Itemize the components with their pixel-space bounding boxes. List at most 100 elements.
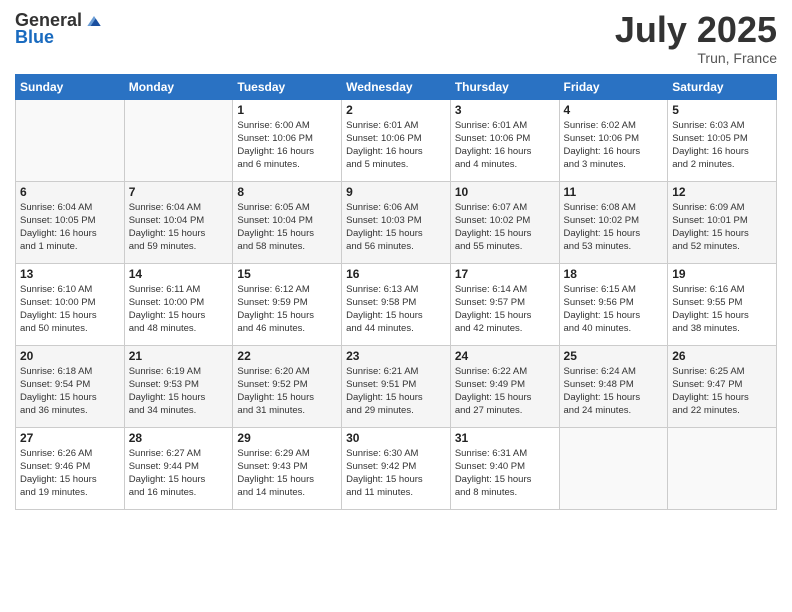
day-info: Sunrise: 6:04 AM Sunset: 10:04 PM Daylig…	[129, 201, 229, 254]
calendar-cell: 18 Sunrise: 6:15 AM Sunset: 9:56 PM Dayli…	[559, 263, 668, 345]
day-number: 28	[129, 431, 229, 445]
day-number: 6	[20, 185, 120, 199]
day-info: Sunrise: 6:01 AM Sunset: 10:06 PM Daylig…	[455, 119, 555, 172]
day-info: Sunrise: 6:05 AM Sunset: 10:04 PM Daylig…	[237, 201, 337, 254]
calendar-cell	[16, 99, 125, 181]
calendar-table: SundayMondayTuesdayWednesdayThursdayFrid…	[15, 74, 777, 510]
day-info: Sunrise: 6:10 AM Sunset: 10:00 PM Daylig…	[20, 283, 120, 336]
calendar-cell: 8Sunrise: 6:05 AM Sunset: 10:04 PM Dayli…	[233, 181, 342, 263]
day-number: 25	[564, 349, 664, 363]
day-number: 18	[564, 267, 664, 281]
day-info: Sunrise: 6:02 AM Sunset: 10:06 PM Daylig…	[564, 119, 664, 172]
day-number: 22	[237, 349, 337, 363]
calendar-cell: 23 Sunrise: 6:21 AM Sunset: 9:51 PM Dayli…	[342, 345, 451, 427]
weekday-wednesday: Wednesday	[342, 74, 451, 99]
day-info: Sunrise: 6:03 AM Sunset: 10:05 PM Daylig…	[672, 119, 772, 172]
calendar-cell: 7 Sunrise: 6:04 AM Sunset: 10:04 PM Dayli…	[124, 181, 233, 263]
day-info: Sunrise: 6:08 AM Sunset: 10:02 PM Daylig…	[564, 201, 664, 254]
day-number: 13	[20, 267, 120, 281]
calendar-cell: 5Sunrise: 6:03 AM Sunset: 10:05 PM Dayli…	[668, 99, 777, 181]
calendar-cell	[559, 427, 668, 509]
calendar-row-2: 13 Sunrise: 6:10 AM Sunset: 10:00 PM Dayl…	[16, 263, 777, 345]
title-area: July 2025 Trun, France	[615, 10, 777, 66]
day-info: Sunrise: 6:27 AM Sunset: 9:44 PM Dayligh…	[129, 447, 229, 500]
day-info: Sunrise: 6:22 AM Sunset: 9:49 PM Dayligh…	[455, 365, 555, 418]
location: Trun, France	[615, 50, 777, 66]
weekday-monday: Monday	[124, 74, 233, 99]
day-info: Sunrise: 6:29 AM Sunset: 9:43 PM Dayligh…	[237, 447, 337, 500]
logo: General Blue	[15, 10, 104, 48]
calendar-row-0: 1 Sunrise: 6:00 AM Sunset: 10:06 PM Dayli…	[16, 99, 777, 181]
day-number: 2	[346, 103, 446, 117]
calendar-cell: 4 Sunrise: 6:02 AM Sunset: 10:06 PM Dayli…	[559, 99, 668, 181]
weekday-friday: Friday	[559, 74, 668, 99]
calendar-row-1: 6Sunrise: 6:04 AM Sunset: 10:05 PM Dayli…	[16, 181, 777, 263]
calendar-cell: 6Sunrise: 6:04 AM Sunset: 10:05 PM Dayli…	[16, 181, 125, 263]
calendar-row-3: 20 Sunrise: 6:18 AM Sunset: 9:54 PM Dayli…	[16, 345, 777, 427]
day-number: 20	[20, 349, 120, 363]
calendar-cell: 19 Sunrise: 6:16 AM Sunset: 9:55 PM Dayli…	[668, 263, 777, 345]
day-info: Sunrise: 6:26 AM Sunset: 9:46 PM Dayligh…	[20, 447, 120, 500]
day-number: 9	[346, 185, 446, 199]
day-info: Sunrise: 6:24 AM Sunset: 9:48 PM Dayligh…	[564, 365, 664, 418]
day-info: Sunrise: 6:13 AM Sunset: 9:58 PM Dayligh…	[346, 283, 446, 336]
calendar-cell: 24 Sunrise: 6:22 AM Sunset: 9:49 PM Dayli…	[450, 345, 559, 427]
calendar-cell: 15Sunrise: 6:12 AM Sunset: 9:59 PM Dayli…	[233, 263, 342, 345]
day-number: 16	[346, 267, 446, 281]
day-number: 4	[564, 103, 664, 117]
day-info: Sunrise: 6:20 AM Sunset: 9:52 PM Dayligh…	[237, 365, 337, 418]
day-number: 19	[672, 267, 772, 281]
calendar-cell: 1 Sunrise: 6:00 AM Sunset: 10:06 PM Dayli…	[233, 99, 342, 181]
day-number: 29	[237, 431, 337, 445]
logo-icon	[84, 11, 104, 31]
day-info: Sunrise: 6:14 AM Sunset: 9:57 PM Dayligh…	[455, 283, 555, 336]
day-info: Sunrise: 6:15 AM Sunset: 9:56 PM Dayligh…	[564, 283, 664, 336]
day-number: 12	[672, 185, 772, 199]
calendar-cell: 27 Sunrise: 6:26 AM Sunset: 9:46 PM Dayli…	[16, 427, 125, 509]
day-info: Sunrise: 6:12 AM Sunset: 9:59 PM Dayligh…	[237, 283, 337, 336]
calendar-cell	[668, 427, 777, 509]
day-number: 21	[129, 349, 229, 363]
logo-blue: Blue	[15, 27, 54, 48]
day-info: Sunrise: 6:16 AM Sunset: 9:55 PM Dayligh…	[672, 283, 772, 336]
calendar-cell: 13 Sunrise: 6:10 AM Sunset: 10:00 PM Dayl…	[16, 263, 125, 345]
day-number: 7	[129, 185, 229, 199]
day-number: 27	[20, 431, 120, 445]
day-number: 23	[346, 349, 446, 363]
calendar-cell	[124, 99, 233, 181]
day-number: 3	[455, 103, 555, 117]
day-info: Sunrise: 6:06 AM Sunset: 10:03 PM Daylig…	[346, 201, 446, 254]
day-info: Sunrise: 6:09 AM Sunset: 10:01 PM Daylig…	[672, 201, 772, 254]
calendar-cell: 3 Sunrise: 6:01 AM Sunset: 10:06 PM Dayli…	[450, 99, 559, 181]
day-number: 24	[455, 349, 555, 363]
weekday-tuesday: Tuesday	[233, 74, 342, 99]
weekday-header-row: SundayMondayTuesdayWednesdayThursdayFrid…	[16, 74, 777, 99]
calendar-cell: 26 Sunrise: 6:25 AM Sunset: 9:47 PM Dayli…	[668, 345, 777, 427]
page: General Blue July 2025 Trun, France Sund…	[0, 0, 792, 612]
day-info: Sunrise: 6:01 AM Sunset: 10:06 PM Daylig…	[346, 119, 446, 172]
day-info: Sunrise: 6:00 AM Sunset: 10:06 PM Daylig…	[237, 119, 337, 172]
day-info: Sunrise: 6:19 AM Sunset: 9:53 PM Dayligh…	[129, 365, 229, 418]
weekday-sunday: Sunday	[16, 74, 125, 99]
calendar-cell: 11 Sunrise: 6:08 AM Sunset: 10:02 PM Dayl…	[559, 181, 668, 263]
day-info: Sunrise: 6:18 AM Sunset: 9:54 PM Dayligh…	[20, 365, 120, 418]
calendar-cell: 17 Sunrise: 6:14 AM Sunset: 9:57 PM Dayli…	[450, 263, 559, 345]
calendar-cell: 20 Sunrise: 6:18 AM Sunset: 9:54 PM Dayli…	[16, 345, 125, 427]
calendar-cell: 31Sunrise: 6:31 AM Sunset: 9:40 PM Dayli…	[450, 427, 559, 509]
day-info: Sunrise: 6:25 AM Sunset: 9:47 PM Dayligh…	[672, 365, 772, 418]
day-number: 26	[672, 349, 772, 363]
calendar-cell: 16 Sunrise: 6:13 AM Sunset: 9:58 PM Dayli…	[342, 263, 451, 345]
calendar-cell: 10Sunrise: 6:07 AM Sunset: 10:02 PM Dayl…	[450, 181, 559, 263]
month-title: July 2025	[615, 10, 777, 50]
header: General Blue July 2025 Trun, France	[15, 10, 777, 66]
calendar-cell: 30Sunrise: 6:30 AM Sunset: 9:42 PM Dayli…	[342, 427, 451, 509]
day-number: 1	[237, 103, 337, 117]
day-number: 11	[564, 185, 664, 199]
calendar-cell: 21 Sunrise: 6:19 AM Sunset: 9:53 PM Dayli…	[124, 345, 233, 427]
calendar-cell: 14Sunrise: 6:11 AM Sunset: 10:00 PM Dayl…	[124, 263, 233, 345]
day-info: Sunrise: 6:21 AM Sunset: 9:51 PM Dayligh…	[346, 365, 446, 418]
day-info: Sunrise: 6:11 AM Sunset: 10:00 PM Daylig…	[129, 283, 229, 336]
day-number: 17	[455, 267, 555, 281]
calendar-cell: 12 Sunrise: 6:09 AM Sunset: 10:01 PM Dayl…	[668, 181, 777, 263]
day-info: Sunrise: 6:31 AM Sunset: 9:40 PM Dayligh…	[455, 447, 555, 500]
